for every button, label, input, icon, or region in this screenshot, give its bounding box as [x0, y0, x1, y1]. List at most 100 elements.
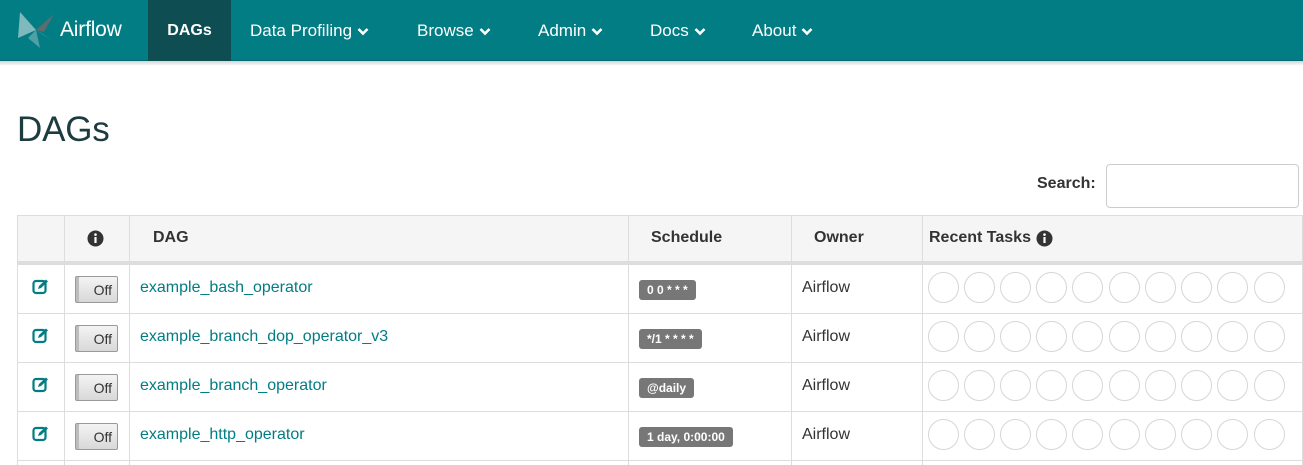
column-header-recent-tasks-label: Recent Tasks	[929, 229, 1031, 246]
task-state-circle[interactable]	[1109, 321, 1140, 352]
edit-icon[interactable]	[32, 425, 49, 442]
dag-toggle[interactable]: Off	[75, 276, 118, 303]
table-divider	[17, 411, 1303, 412]
owner-text: Airflow	[802, 426, 851, 443]
task-state-circle[interactable]	[1181, 419, 1212, 450]
task-state-circle[interactable]	[928, 272, 959, 303]
dag-link[interactable]: example_branch_dop_operator_v3	[140, 328, 388, 346]
table-divider	[17, 460, 1303, 461]
nav-browse[interactable]: Browse	[417, 0, 491, 61]
column-header-owner[interactable]: Owner	[814, 215, 864, 261]
task-state-circle[interactable]	[928, 321, 959, 352]
owner-text: Airflow	[802, 328, 851, 345]
info-circle-icon[interactable]	[87, 215, 104, 261]
nav-admin[interactable]: Admin	[538, 0, 603, 61]
table-divider	[17, 261, 1303, 265]
task-state-circle[interactable]	[1000, 272, 1031, 303]
task-state-circle[interactable]	[1145, 272, 1176, 303]
task-state-circle[interactable]	[1072, 321, 1103, 352]
nav-data-profiling[interactable]: Data Profiling	[250, 0, 369, 61]
nav-docs-label: Docs	[650, 20, 689, 40]
task-state-circle[interactable]	[964, 370, 995, 401]
task-state-circle[interactable]	[1254, 370, 1285, 401]
task-state-circle[interactable]	[1109, 419, 1140, 450]
airflow-logo-icon	[14, 8, 58, 52]
task-state-circle[interactable]	[1036, 419, 1067, 450]
table-divider	[17, 215, 18, 465]
table-divider	[64, 215, 65, 465]
task-state-circle[interactable]	[1072, 370, 1103, 401]
task-state-circle[interactable]	[1254, 272, 1285, 303]
chevron-down-icon	[694, 21, 706, 41]
task-state-circle[interactable]	[1217, 321, 1248, 352]
table-divider	[628, 215, 629, 465]
task-state-circle[interactable]	[1072, 419, 1103, 450]
dag-link[interactable]: example_bash_operator	[140, 279, 313, 297]
schedule-badge: 1 day, 0:00:00	[639, 427, 733, 447]
info-circle-icon[interactable]	[1036, 230, 1053, 247]
toggle-label: Off	[93, 281, 112, 298]
owner-text: Airflow	[802, 377, 851, 394]
task-state-circle[interactable]	[1109, 272, 1140, 303]
chevron-down-icon	[591, 21, 603, 41]
table-divider	[17, 362, 1303, 363]
chevron-down-icon	[479, 21, 491, 41]
task-state-circle[interactable]	[1000, 370, 1031, 401]
toggle-label: Off	[93, 428, 112, 445]
edit-icon[interactable]	[32, 376, 49, 393]
chevron-down-icon	[357, 21, 369, 41]
task-state-circle[interactable]	[1145, 321, 1176, 352]
nav-dags[interactable]: DAGs	[148, 0, 231, 61]
column-header-dag[interactable]: DAG	[153, 215, 189, 261]
task-state-circle[interactable]	[964, 272, 995, 303]
dag-link[interactable]: example_branch_operator	[140, 377, 327, 395]
dag-toggle[interactable]: Off	[75, 374, 118, 401]
task-state-circle[interactable]	[1181, 370, 1212, 401]
task-state-circle[interactable]	[1181, 321, 1212, 352]
edit-icon[interactable]	[32, 327, 49, 344]
task-state-circle[interactable]	[964, 321, 995, 352]
dag-link[interactable]: example_http_operator	[140, 426, 305, 444]
owner-text: Airflow	[802, 279, 851, 296]
page-title: DAGs	[17, 110, 110, 149]
task-state-circle[interactable]	[1109, 370, 1140, 401]
task-state-circle[interactable]	[1036, 370, 1067, 401]
toggle-label: Off	[93, 330, 112, 347]
nav-about[interactable]: About	[752, 0, 813, 61]
nav-docs[interactable]: Docs	[650, 0, 706, 61]
brand[interactable]: Airflow	[14, 6, 122, 54]
schedule-badge: 0 0 * * *	[639, 280, 696, 300]
schedule-badge: */1 * * * *	[639, 329, 702, 349]
dag-toggle[interactable]: Off	[75, 325, 118, 352]
edit-icon[interactable]	[32, 278, 49, 295]
task-state-circle[interactable]	[1217, 272, 1248, 303]
top-navbar: Airflow DAGs Data Profiling Browse Admin…	[0, 0, 1303, 61]
brand-name: Airflow	[60, 18, 122, 41]
task-state-circle[interactable]	[1145, 419, 1176, 450]
task-state-circle[interactable]	[1217, 419, 1248, 450]
task-state-circle[interactable]	[1254, 419, 1285, 450]
dag-toggle[interactable]: Off	[75, 423, 118, 450]
column-header-recent-tasks: Recent Tasks	[929, 215, 1053, 261]
task-state-circle[interactable]	[1254, 321, 1285, 352]
task-state-circle[interactable]	[928, 419, 959, 450]
nav-admin-label: Admin	[538, 20, 587, 40]
schedule-badge: @daily	[639, 378, 695, 398]
table-divider	[791, 215, 792, 465]
task-state-circle[interactable]	[1072, 272, 1103, 303]
table-divider	[129, 215, 130, 465]
task-state-circle[interactable]	[1036, 272, 1067, 303]
task-state-circle[interactable]	[1145, 370, 1176, 401]
nav-about-label: About	[752, 20, 797, 40]
task-state-circle[interactable]	[1217, 370, 1248, 401]
task-state-circle[interactable]	[1036, 321, 1067, 352]
search-input[interactable]	[1106, 164, 1299, 208]
task-state-circle[interactable]	[1000, 321, 1031, 352]
task-state-circle[interactable]	[928, 370, 959, 401]
task-state-circle[interactable]	[1181, 272, 1212, 303]
column-header-schedule[interactable]: Schedule	[651, 215, 722, 261]
task-state-circle[interactable]	[964, 419, 995, 450]
navbar-shadow	[0, 61, 1303, 66]
toggle-label: Off	[93, 379, 112, 396]
task-state-circle[interactable]	[1000, 419, 1031, 450]
